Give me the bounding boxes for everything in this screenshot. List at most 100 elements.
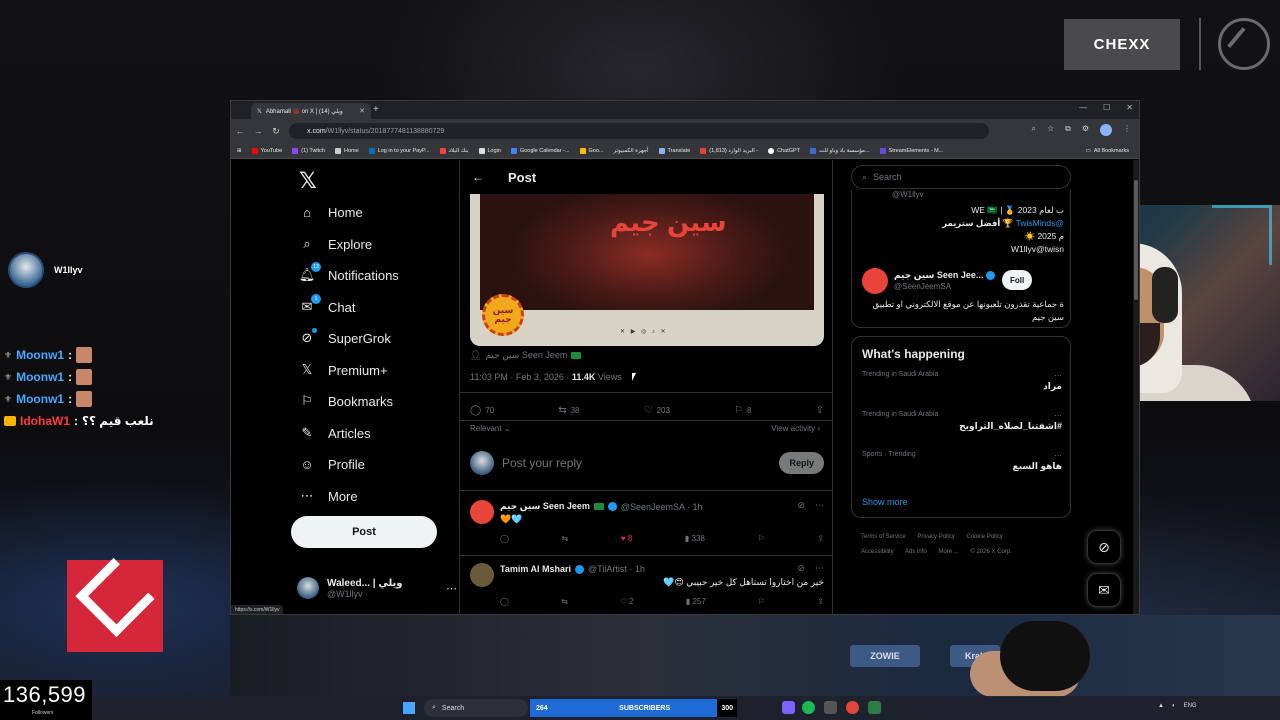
share-icon[interactable]: ⇪ [817,534,824,543]
more-dots-icon[interactable]: ⋯ [1054,411,1062,420]
show-more-link[interactable]: Show more [862,497,908,507]
post-button[interactable]: Post [291,516,437,548]
sidebar-item-supergrok[interactable]: ⊘ SuperGrok [299,326,391,350]
sidebar-item-profile[interactable]: ☺ Profile [299,452,365,476]
comment-item[interactable]: Tamim Al Mshari @TiiArtist · 1h ⊘ ⋯ خير … [470,563,824,613]
trend-item[interactable]: Trending in Saudi Arabia مراد ⋯ [862,371,1062,392]
volume-icon[interactable]: ◐ [1172,703,1176,709]
reply-icon[interactable]: ◯ [500,534,509,543]
bookmark-item[interactable]: مؤسسة باد وباو للت... [810,147,870,154]
views-action[interactable]: ▮ 338 [685,534,705,543]
new-tab-icon[interactable]: + [373,104,379,115]
search-input[interactable]: ⌕ Search [851,165,1071,189]
more-dots-icon[interactable]: ⋯ [1054,371,1062,380]
avatar[interactable] [862,268,888,294]
app-icon[interactable] [824,701,837,714]
sidebar-item-premium[interactable]: 𝕏 Premium+ [299,358,388,382]
more-dots-icon[interactable]: ⋯ [815,500,824,511]
tab-active[interactable]: 𝕏 Abhamall 🐞 on X | ويلي (14) ✕ [251,103,371,119]
repost-icon[interactable]: ⇆ [562,534,569,543]
minimize-icon[interactable]: — [1079,103,1087,112]
reply-button[interactable]: Reply [779,452,824,474]
sidebar-item-chat[interactable]: ✉ 1 Chat [299,294,355,319]
back-icon[interactable]: ← [231,126,249,136]
grok-fab-icon[interactable]: ⊘ [1087,530,1121,564]
like-action[interactable]: ♡ 203 [644,405,670,416]
bookmark-action[interactable]: ⚐ 8 [734,405,751,416]
like-action[interactable]: ♥ 8 [621,534,632,543]
sidebar-item-bookmarks[interactable]: ⚐ Bookmarks [299,389,393,413]
all-bookmarks[interactable]: ▭ All Bookmarks [1086,148,1139,154]
grok-icon[interactable]: ⊘ [797,500,805,511]
reload-icon[interactable]: ↻ [267,126,285,137]
like-action[interactable]: ♡ 2 [620,597,634,606]
bio-mention[interactable]: @TwisMinds [1016,218,1064,228]
reply-action[interactable]: ◯ 70 [470,405,494,416]
account-switcher[interactable]: Waleed... | ويلي @W1llyv ⋯ [297,572,457,604]
bookmark-icon[interactable]: ⚐ [758,597,765,606]
windows-start-icon[interactable] [403,702,415,714]
extension-icon[interactable]: ⚙ [1082,124,1089,136]
footer-link[interactable]: Privacy Policy [917,534,954,540]
chrome-icon[interactable] [846,701,859,714]
bookmark-item[interactable]: Home [334,147,359,154]
messages-fab-icon[interactable]: ✉ [1087,573,1121,607]
address-bar[interactable]: x.com /W1llyv/status/2018777481138880729 [289,123,989,139]
reply-input[interactable] [502,456,772,470]
share-icon[interactable]: ⇪ [817,597,824,606]
more-dots-icon[interactable]: ⋯ [446,582,457,595]
share-action[interactable]: ⇪ [816,405,824,416]
bookmark-item[interactable]: (1,813) البريد الوارد - [700,147,758,154]
repost-icon[interactable]: ⇆ [561,597,568,606]
sidebar-item-home[interactable]: ⌂ Home [299,200,363,224]
maximize-icon[interactable]: ☐ [1103,103,1110,112]
scroll-thumb[interactable] [1134,180,1138,300]
tagged-user[interactable]: 👤︎ سين جيم Seen Jeem [470,350,582,361]
close-window-icon[interactable]: ✕ [1126,103,1133,112]
bookmark-item[interactable]: ChatGPT [768,147,800,154]
sidebar-item-articles[interactable]: ✎ Articles [299,421,371,445]
close-tab-icon[interactable]: ✕ [359,107,365,115]
extension-icon[interactable]: ⧉ [1065,124,1071,136]
bookmark-item[interactable]: YouTube [251,147,282,154]
page-scrollbar[interactable] [1133,160,1139,614]
bookmark-star-icon[interactable]: ☆ [1047,124,1054,136]
bookmark-item[interactable]: Log in to your PayP... [368,147,430,154]
trend-item[interactable]: Trending in Saudi Arabia #اشفتنا_لصلاه_ا… [862,411,1062,432]
x-logo-icon[interactable]: 𝕏 [299,168,317,194]
apps-icon[interactable]: ⊞ [237,148,242,154]
reply-icon[interactable]: ◯ [500,597,509,606]
follow-button[interactable]: Foll [1002,270,1033,290]
taskbar-search[interactable]: ⌕ Search [424,699,528,717]
sort-replies-dropdown[interactable]: Relevant ⌄ [470,424,511,433]
bookmark-item[interactable]: Login [478,147,501,154]
language-indicator[interactable]: ENG [1184,703,1197,709]
bookmark-item[interactable]: Google Calendar -... [510,147,570,154]
sidebar-item-notifications[interactable]: 🔔︎ 13 Notifications [299,262,399,287]
bookmark-item[interactable]: (1) Twitch [292,147,325,154]
bookmark-item[interactable]: Goo... [579,147,603,154]
comment-item[interactable]: سين جيم Seen Jeem @SeenJeemSA · 1h ⊘ ⋯ 🧡… [470,500,824,550]
footer-link[interactable]: Cookie Policy [966,534,1002,540]
footer-link[interactable]: Ads info [905,549,927,555]
post-media-image[interactable]: سين جيم سين جيم ✕ ▶ ◎ ♪ ✕ [470,194,824,346]
footer-link[interactable]: Terms of Service [861,534,906,540]
network-icon[interactable]: ▲ [1158,703,1164,709]
profile-avatar-icon[interactable] [1100,124,1112,136]
bookmark-item[interactable]: بنك البلاد [439,147,469,154]
view-activity-link[interactable]: View activity › [771,424,820,433]
footer-link[interactable]: Accessibility [861,549,894,555]
bookmark-icon[interactable]: ⚐ [757,534,764,543]
sidebar-item-more[interactable]: ⋯ More [299,484,358,508]
back-arrow-icon[interactable]: ← [472,170,484,184]
repost-action[interactable]: ⇆ 38 [558,405,579,416]
excel-icon[interactable] [868,701,881,714]
bookmark-item[interactable]: StreamElements - M... [879,147,943,154]
sidebar-item-explore[interactable]: ⌕ Explore [299,232,372,256]
footer-link[interactable]: More ... [938,549,958,555]
views-action[interactable]: ▮ 257 [686,597,706,606]
user-name[interactable]: سين جيم Seen Jee... [894,270,996,281]
menu-icon[interactable]: ⋮ [1123,124,1131,136]
discord-icon[interactable] [782,701,795,714]
grok-icon[interactable]: ⊘ [797,563,805,574]
